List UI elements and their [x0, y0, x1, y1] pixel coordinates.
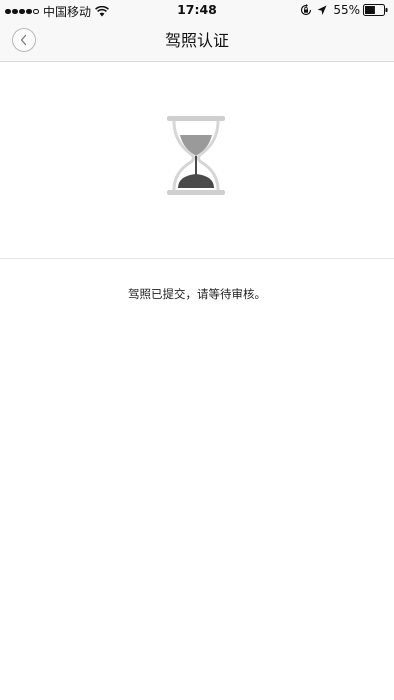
status-bar: 中国移动 17:48 55% — [0, 0, 394, 20]
location-icon — [317, 5, 327, 15]
battery-icon — [363, 4, 388, 16]
battery-percent: 55% — [333, 3, 360, 17]
orientation-lock-icon — [301, 4, 312, 16]
page-title: 驾照认证 — [164, 31, 229, 50]
hourglass-icon — [167, 116, 225, 195]
navigation-bar: 驾照认证 — [0, 20, 394, 62]
illustration-panel — [0, 62, 394, 259]
submission-status-text: 驾照已提交，请等待审核。 — [128, 287, 266, 301]
status-right: 55% — [300, 3, 388, 17]
